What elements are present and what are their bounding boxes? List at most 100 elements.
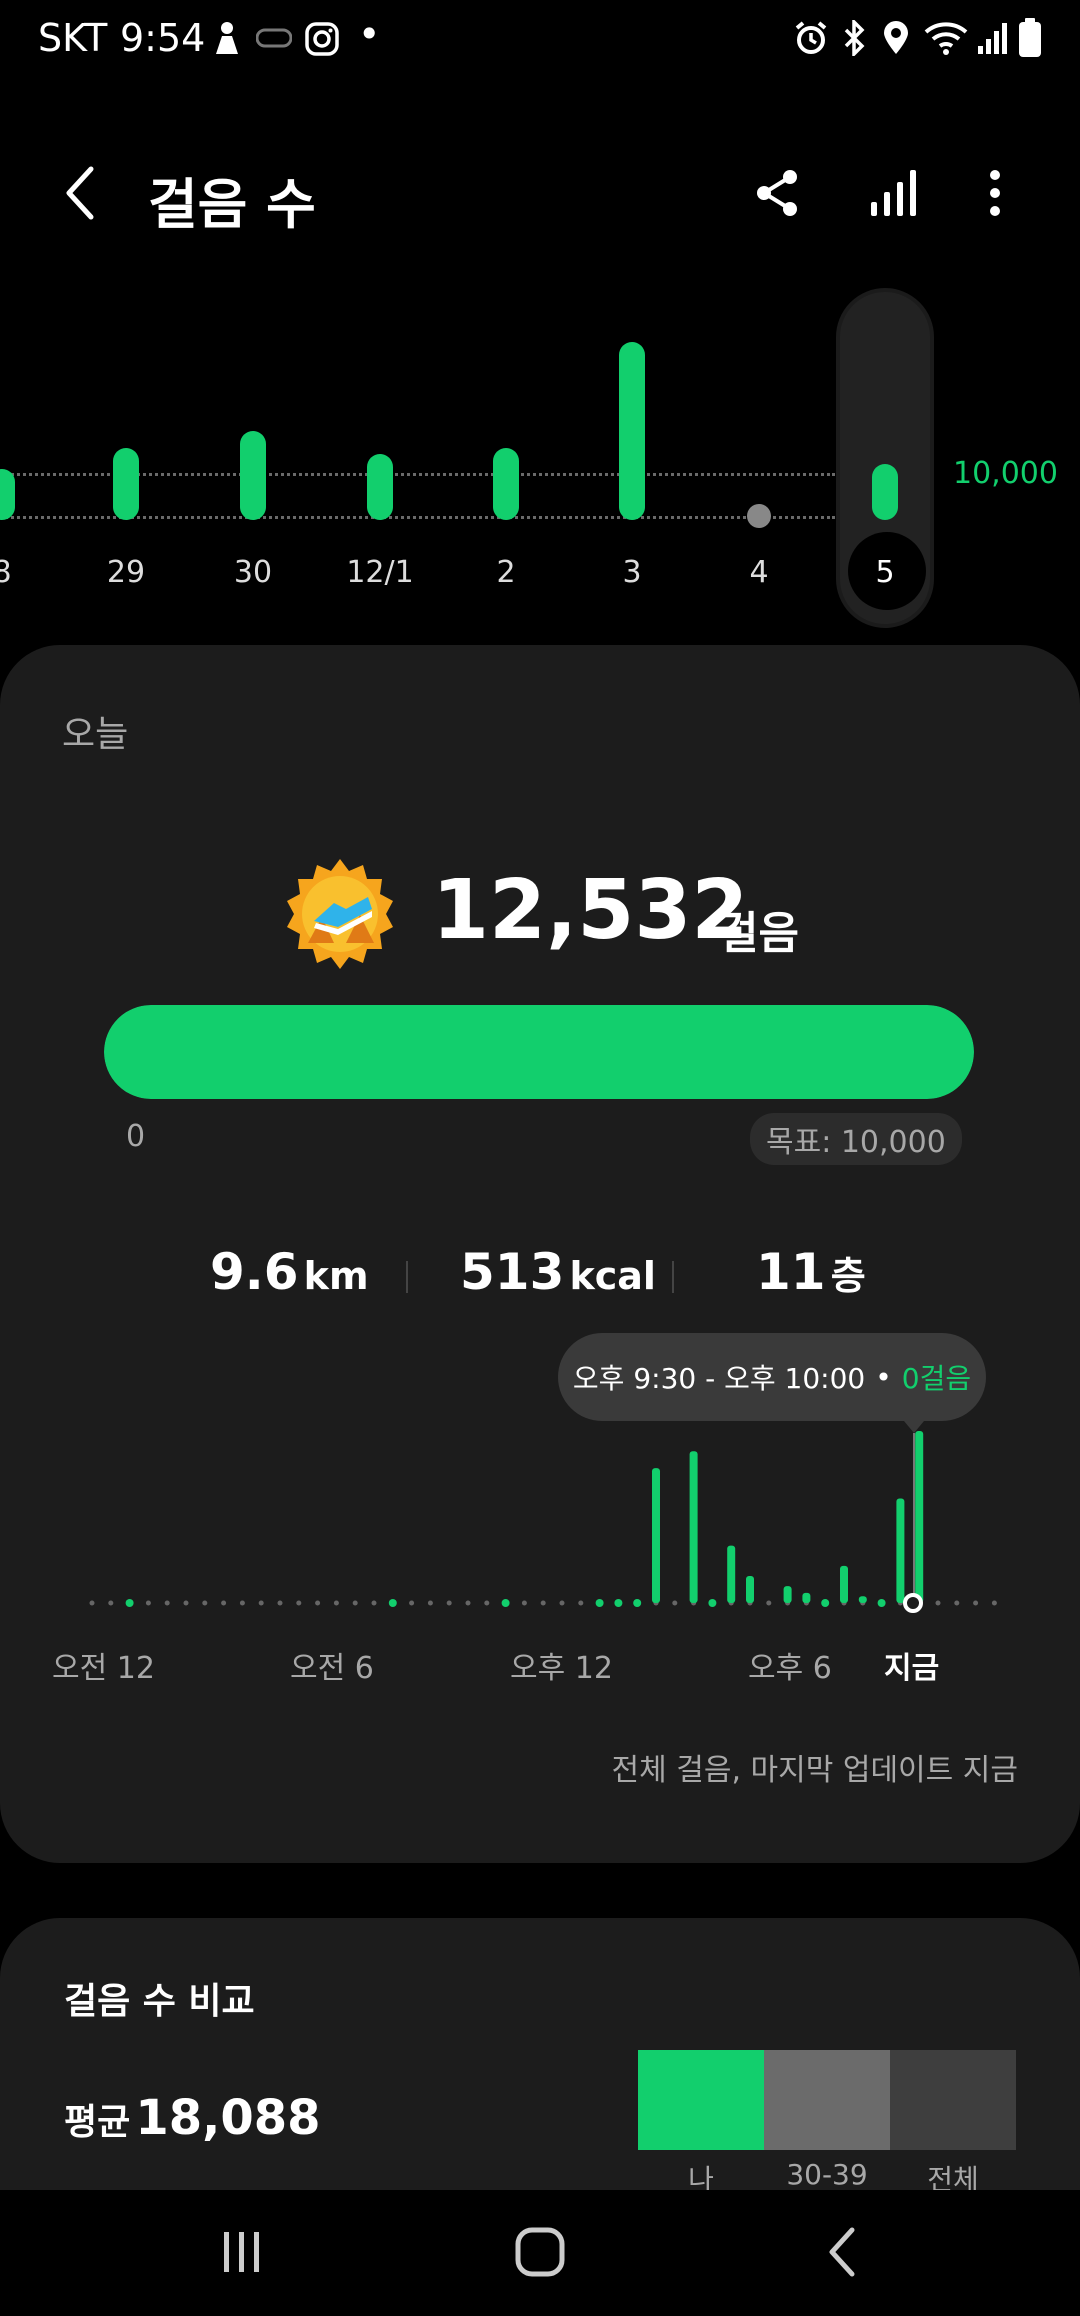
hourly-bar-39[interactable] [821,1599,830,1607]
baseline-dot [277,1600,283,1606]
step-comparison-card[interactable]: 걸음 수 비교 평균 18,088 나 30-39 전체 [0,1918,1080,2190]
hourly-bar-41[interactable] [858,1596,867,1603]
week-bar-7[interactable] [872,464,898,520]
goal-achieved-badge-icon [282,857,398,977]
back-nav-button[interactable] [810,2220,874,2284]
floors-value: 11 [756,1243,826,1301]
hourly-bar-40[interactable] [840,1565,848,1603]
week-day-label-0[interactable]: 8 [0,555,12,590]
today-card[interactable]: 오늘 12,532 걸음 0 목표: 10,000 9.6 km 513 kca… [0,645,1080,1863]
recent-apps-button[interactable] [210,2220,274,2284]
hourly-bar-30[interactable] [652,1468,660,1603]
baseline-dot [202,1600,208,1606]
compare-block-30-39 [764,2050,890,2150]
bluetooth-icon [840,17,868,60]
baseline-dot [521,1600,527,1606]
hourly-bar-2[interactable] [125,1599,134,1607]
baseline-dot [108,1600,114,1606]
axis-label-2: 오후 12 [510,1651,613,1686]
hourly-bar-35[interactable] [746,1576,754,1603]
game-notification-icon [255,28,293,52]
progress-bar-fill [104,1005,974,1099]
week-bar-0[interactable] [0,469,15,520]
baseline-dot [409,1600,415,1606]
baseline-dot [333,1600,339,1606]
hourly-bar-22[interactable] [501,1599,510,1607]
tooltip-time: 오후 9:30 - 오후 10:00 [572,1362,866,1395]
week-day-label-1[interactable]: 29 [107,555,145,590]
baseline-dot [258,1600,264,1606]
today-label: 오늘 [62,714,129,755]
week-bar-1[interactable] [113,447,139,520]
week-day-label-2[interactable]: 30 [234,555,272,590]
goal-chip[interactable]: 목표: 10,000 [750,1113,962,1165]
baseline-dot [484,1600,490,1606]
baseline-dot [540,1600,546,1606]
recent-apps-icon [224,2232,259,2272]
update-note: 전체 걸음, 마지막 업데이트 지금 [611,1753,1018,1788]
hourly-bar-28[interactable] [614,1599,623,1607]
week-bar-2[interactable] [240,430,266,520]
week-bar-4[interactable] [493,447,519,520]
navigation-bar [0,2190,1080,2316]
week-day-label-7[interactable]: 5 [875,555,894,590]
instagram-icon [305,22,339,60]
hourly-bar-37[interactable] [783,1586,792,1603]
baseline-dot [973,1600,979,1606]
trends-button[interactable] [858,158,928,228]
week-empty-dot-6[interactable] [747,504,771,528]
share-button[interactable] [742,158,812,228]
axis-label-0: 오전 12 [52,1651,155,1686]
baseline-dot [672,1600,678,1606]
location-icon [882,20,910,60]
baseline-dot [578,1600,584,1606]
distance-value: 9.6 [210,1243,299,1301]
week-bar-3[interactable] [367,453,393,520]
hourly-bar-29[interactable] [633,1599,642,1607]
app-notification-icon [212,20,242,60]
back-button[interactable] [46,158,116,228]
week-bar-5[interactable] [619,341,645,520]
baseline-dot [89,1600,95,1606]
bar-chart-icon [871,170,916,216]
week-day-label-5[interactable]: 3 [622,555,641,590]
steps-unit: 걸음 [718,908,799,959]
axis-label-1: 오전 6 [290,1651,374,1686]
home-icon [515,2227,565,2277]
baseline-dot [427,1600,433,1606]
stat-divider [406,1261,408,1293]
hourly-bar-27[interactable] [595,1599,604,1607]
baseline-dot [352,1600,358,1606]
wifi-icon [924,20,968,60]
week-day-label-6[interactable]: 4 [749,555,768,590]
battery-icon [1018,18,1042,62]
more-vertical-icon [990,170,1000,216]
home-button[interactable] [508,2220,572,2284]
hourly-bar-38[interactable] [802,1592,811,1603]
compare-label-all: 전체 [927,2163,979,2190]
baseline-dot [183,1600,189,1606]
baseline-dot [446,1600,452,1606]
week-day-label-3[interactable]: 12/1 [346,555,413,590]
hourly-bar-42[interactable] [877,1599,886,1607]
hourly-bar-34[interactable] [727,1545,736,1603]
weekly-steps-chart[interactable]: 10,000 8 29 30 12/1 2 3 4 5 [0,280,1080,640]
baseline-dot [164,1600,170,1606]
hourly-steps-chart[interactable] [0,1405,1080,1645]
baseline-dot [371,1600,377,1606]
baseline-dot [766,1600,772,1606]
progress-bar-track [104,1005,974,1099]
hourly-bar-16[interactable] [388,1599,397,1607]
more-options-button[interactable] [960,158,1030,228]
compare-label-me: 나 [688,2163,714,2190]
hourly-bar-43[interactable] [896,1498,905,1603]
hourly-bar-44[interactable] [915,1431,924,1603]
average-stat: 평균 18,088 [64,2090,321,2146]
average-value: 18,088 [135,2090,321,2146]
tooltip-separator: • [875,1360,892,1394]
hourly-bar-32[interactable] [689,1451,698,1603]
compare-block-me [638,2050,764,2150]
week-day-label-4[interactable]: 2 [496,555,515,590]
baseline-dot [991,1600,997,1606]
hourly-bar-33[interactable] [708,1599,717,1607]
